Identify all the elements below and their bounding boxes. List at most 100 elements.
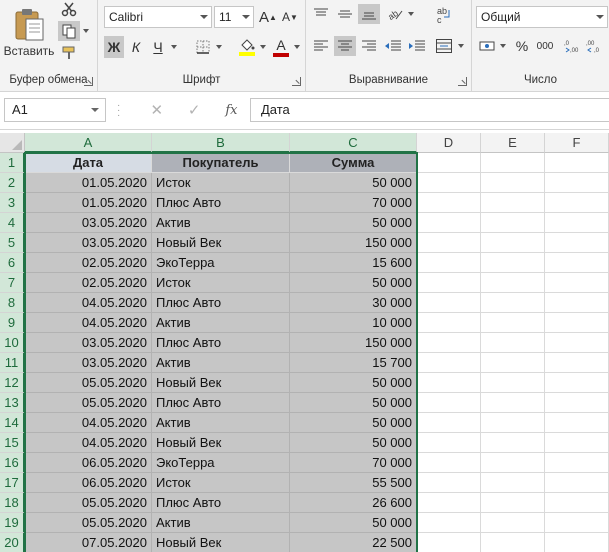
cell-a[interactable]: 05.05.2020 xyxy=(25,373,152,393)
align-middle-button[interactable] xyxy=(334,4,356,24)
empty-cell[interactable] xyxy=(545,153,609,173)
row-header[interactable]: 19 xyxy=(0,513,25,533)
thousands-separator-button[interactable]: 000 xyxy=(532,36,558,56)
empty-cell[interactable] xyxy=(417,293,481,313)
empty-cell[interactable] xyxy=(545,433,609,453)
empty-cell[interactable] xyxy=(417,413,481,433)
fill-color-dropdown[interactable] xyxy=(258,36,268,58)
underline-button[interactable]: Ч xyxy=(148,36,168,58)
empty-cell[interactable] xyxy=(417,473,481,493)
cell-b[interactable]: Актив xyxy=(152,513,290,533)
empty-cell[interactable] xyxy=(481,313,545,333)
empty-cell[interactable] xyxy=(481,153,545,173)
cell-c[interactable]: 50 000 xyxy=(290,433,417,453)
select-all-button[interactable] xyxy=(0,133,25,153)
cell-c[interactable]: 30 000 xyxy=(290,293,417,313)
cell-a[interactable]: 03.05.2020 xyxy=(25,213,152,233)
align-left-button[interactable] xyxy=(310,36,332,56)
insert-function-icon[interactable]: fx xyxy=(225,103,237,118)
cell-b[interactable]: Плюс Авто xyxy=(152,293,290,313)
cell-a[interactable]: 05.05.2020 xyxy=(25,493,152,513)
header-cell-b[interactable]: Покупатель xyxy=(152,153,290,173)
cell-c[interactable]: 22 500 xyxy=(290,533,417,552)
empty-cell[interactable] xyxy=(417,213,481,233)
empty-cell[interactable] xyxy=(481,393,545,413)
formula-input[interactable]: Дата xyxy=(250,98,609,122)
decrease-decimal-button[interactable]: ,00,0 xyxy=(584,36,606,56)
cell-c[interactable]: 70 000 xyxy=(290,453,417,473)
cell-b[interactable]: Исток xyxy=(152,273,290,293)
empty-cell[interactable] xyxy=(417,453,481,473)
row-header[interactable]: 8 xyxy=(0,293,25,313)
cell-a[interactable]: 05.05.2020 xyxy=(25,393,152,413)
font-launcher-icon[interactable] xyxy=(292,77,301,86)
column-header-a[interactable]: A xyxy=(25,133,152,153)
row-header[interactable]: 20 xyxy=(0,533,25,552)
cell-b[interactable]: Актив xyxy=(152,313,290,333)
cell-a[interactable]: 06.05.2020 xyxy=(25,473,152,493)
empty-cell[interactable] xyxy=(417,433,481,453)
italic-button[interactable]: К xyxy=(126,36,146,58)
empty-cell[interactable] xyxy=(545,493,609,513)
cell-a[interactable]: 02.05.2020 xyxy=(25,253,152,273)
orientation-button[interactable]: ab xyxy=(384,4,406,24)
header-cell-a[interactable]: Дата xyxy=(25,153,152,173)
font-color-dropdown[interactable] xyxy=(292,36,302,58)
cell-a[interactable]: 04.05.2020 xyxy=(25,313,152,333)
cell-b[interactable]: Плюс Авто xyxy=(152,333,290,353)
empty-cell[interactable] xyxy=(545,193,609,213)
cell-b[interactable]: Плюс Авто xyxy=(152,193,290,213)
cell-a[interactable]: 02.05.2020 xyxy=(25,273,152,293)
percent-button[interactable]: % xyxy=(512,36,532,56)
enter-icon[interactable]: ✓ xyxy=(188,101,201,119)
empty-cell[interactable] xyxy=(545,453,609,473)
empty-cell[interactable] xyxy=(545,413,609,433)
row-header[interactable]: 6 xyxy=(0,253,25,273)
row-header[interactable]: 11 xyxy=(0,353,25,373)
row-header[interactable]: 10 xyxy=(0,333,25,353)
empty-cell[interactable] xyxy=(481,533,545,552)
cell-c[interactable]: 50 000 xyxy=(290,393,417,413)
bold-button[interactable]: Ж xyxy=(104,36,124,58)
row-header[interactable]: 18 xyxy=(0,493,25,513)
cell-a[interactable]: 07.05.2020 xyxy=(25,533,152,552)
row-header[interactable]: 16 xyxy=(0,453,25,473)
wrap-text-button[interactable]: ab c xyxy=(432,4,456,26)
empty-cell[interactable] xyxy=(417,153,481,173)
merge-center-button[interactable] xyxy=(432,36,456,56)
copy-button[interactable] xyxy=(58,21,80,41)
cell-c[interactable]: 10 000 xyxy=(290,313,417,333)
empty-cell[interactable] xyxy=(545,333,609,353)
shrink-font-button[interactable]: A ▼ xyxy=(280,6,300,28)
cell-a[interactable]: 04.05.2020 xyxy=(25,433,152,453)
empty-cell[interactable] xyxy=(481,373,545,393)
empty-cell[interactable] xyxy=(481,293,545,313)
row-header[interactable]: 3 xyxy=(0,193,25,213)
row-header[interactable]: 12 xyxy=(0,373,25,393)
row-header[interactable]: 17 xyxy=(0,473,25,493)
cell-a[interactable]: 06.05.2020 xyxy=(25,453,152,473)
cell-b[interactable]: Новый Век xyxy=(152,373,290,393)
cell-c[interactable]: 150 000 xyxy=(290,233,417,253)
empty-cell[interactable] xyxy=(417,313,481,333)
cancel-icon[interactable]: ✕ xyxy=(150,101,163,119)
column-header-f[interactable]: F xyxy=(545,133,609,153)
clipboard-launcher-icon[interactable] xyxy=(84,77,93,86)
align-right-button[interactable] xyxy=(358,36,380,56)
drag-handle-icon[interactable]: · · · xyxy=(117,101,120,121)
cell-b[interactable]: Новый Век xyxy=(152,433,290,453)
row-header[interactable]: 9 xyxy=(0,313,25,333)
align-center-button[interactable] xyxy=(334,36,356,56)
empty-cell[interactable] xyxy=(417,273,481,293)
header-cell-c[interactable]: Сумма xyxy=(290,153,417,173)
empty-cell[interactable] xyxy=(481,173,545,193)
fill-color-button[interactable] xyxy=(236,36,258,58)
cell-a[interactable]: 03.05.2020 xyxy=(25,353,152,373)
empty-cell[interactable] xyxy=(417,393,481,413)
empty-cell[interactable] xyxy=(417,173,481,193)
empty-cell[interactable] xyxy=(545,273,609,293)
borders-dropdown[interactable] xyxy=(214,36,224,58)
empty-cell[interactable] xyxy=(417,513,481,533)
column-header-e[interactable]: E xyxy=(481,133,545,153)
empty-cell[interactable] xyxy=(545,473,609,493)
